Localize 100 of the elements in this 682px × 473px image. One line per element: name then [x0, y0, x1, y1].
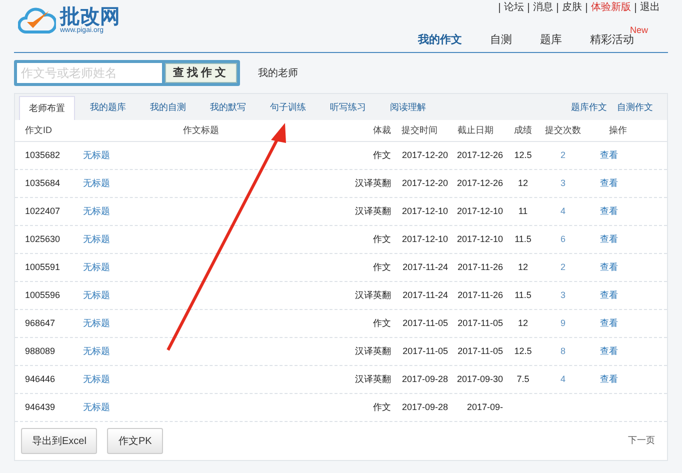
- nav-link[interactable]: 自测: [490, 34, 512, 46]
- table-cell: 946439: [25, 402, 56, 412]
- table-cell: 汉译英翻: [355, 374, 391, 384]
- view-link[interactable]: 查看: [600, 346, 618, 356]
- table-cell: 11: [518, 206, 528, 216]
- table-cell: 作文: [373, 402, 391, 412]
- table-cell: 2017-12-10: [456, 234, 503, 244]
- table-cell: 作文: [373, 234, 391, 244]
- table-cell: 2017-11-24: [402, 290, 448, 300]
- column-header: 成绩: [513, 124, 533, 137]
- view-link[interactable]: 查看: [600, 206, 618, 216]
- table-cell: 汉译英翻: [355, 290, 391, 300]
- table-cell: 4: [560, 206, 566, 216]
- table-cell: 1035682: [25, 150, 60, 160]
- table-cell: 988089: [25, 346, 56, 356]
- table-cell: 2017-12-10: [456, 206, 503, 216]
- table-cell: 汉译英翻: [355, 346, 391, 356]
- table-cell: 946446: [25, 374, 56, 384]
- action-button[interactable]: 作文PK: [107, 428, 163, 454]
- tab[interactable]: 听写练习: [321, 96, 375, 120]
- tab-link[interactable]: 自测作文: [617, 96, 653, 120]
- view-link[interactable]: 查看: [600, 178, 618, 188]
- table-cell: 2017-09-: [466, 402, 503, 412]
- table-cell: 1022407: [25, 206, 60, 216]
- essay-title-link[interactable]: 无标题: [83, 290, 110, 300]
- column-header: 截止日期: [456, 124, 494, 137]
- column-header: 作文标题: [182, 124, 220, 137]
- view-link[interactable]: 查看: [600, 318, 618, 328]
- tab[interactable]: 老师布置: [19, 96, 75, 120]
- table-cell: 1035684: [25, 178, 60, 188]
- table-cell: 2017-11-26: [458, 262, 503, 272]
- column-header: 提交次数: [544, 124, 582, 137]
- table-cell: 2017-09-28: [402, 402, 448, 412]
- view-link[interactable]: 查看: [600, 234, 618, 244]
- essay-title-link[interactable]: 无标题: [83, 346, 110, 356]
- table-cell: 968647: [25, 318, 56, 328]
- tab-link[interactable]: 题库作文: [571, 96, 607, 120]
- view-link[interactable]: 查看: [600, 290, 618, 300]
- essay-title-link[interactable]: 无标题: [83, 402, 110, 412]
- table-cell: 1025630: [25, 234, 60, 244]
- table-cell: 2017-12-20: [402, 150, 448, 160]
- table-cell: 4: [560, 374, 566, 384]
- table-cell: 汉译英翻: [355, 206, 391, 216]
- essay-title-link[interactable]: 无标题: [83, 178, 110, 188]
- table-cell: 9: [560, 318, 566, 328]
- essay-title-link[interactable]: 无标题: [83, 234, 110, 244]
- table-cell: 2017-12-10: [402, 206, 448, 216]
- table-cell: 12: [518, 318, 528, 328]
- table-cell: 2017-12-10: [402, 234, 448, 244]
- table-cell: 11.5: [514, 290, 532, 300]
- column-header: 操作: [608, 124, 628, 137]
- view-link[interactable]: 查看: [600, 374, 618, 384]
- search-button[interactable]: 查找作文: [165, 63, 237, 83]
- table-cell: 2017-11-05: [458, 318, 503, 328]
- top-link[interactable]: 消息: [528, 3, 557, 13]
- essay-title-link[interactable]: 无标题: [83, 374, 110, 384]
- column-header: 提交时间: [400, 124, 438, 137]
- table-cell: 11.5: [514, 234, 532, 244]
- top-link[interactable]: 体验新版: [586, 3, 635, 13]
- next-page-link[interactable]: 下一页: [628, 434, 655, 448]
- table-cell: 2017-11-26: [458, 290, 503, 300]
- table-cell: 12: [518, 178, 528, 188]
- top-link[interactable]: 退出: [635, 3, 664, 13]
- view-link[interactable]: 查看: [600, 150, 618, 160]
- table-cell: 2017-09-28: [402, 374, 448, 384]
- table-cell: 2017-09-30: [456, 374, 503, 384]
- table-cell: 汉译英翻: [355, 178, 391, 188]
- nav-link[interactable]: 精彩活动: [590, 34, 634, 46]
- tab[interactable]: 我的自测: [141, 96, 195, 120]
- logo-text: 批改网: [60, 6, 120, 26]
- nav-link[interactable]: 题库: [540, 34, 562, 46]
- tab[interactable]: 阅读理解: [381, 96, 435, 120]
- tab[interactable]: 我的题库: [81, 96, 135, 120]
- table-cell: 2017-11-05: [402, 346, 448, 356]
- table-cell: 2017-11-05: [402, 318, 448, 328]
- table-cell: 2: [560, 150, 566, 160]
- tab[interactable]: 句子训练: [261, 96, 315, 120]
- table-cell: 作文: [373, 150, 391, 160]
- column-header: 体裁: [372, 124, 391, 137]
- view-link[interactable]: 查看: [600, 262, 618, 272]
- top-link[interactable]: 论坛: [499, 3, 528, 13]
- teacher-label: 我的老师: [258, 66, 298, 80]
- table-cell: 7.5: [516, 374, 530, 384]
- table-cell: 1005591: [25, 262, 60, 272]
- essay-title-link[interactable]: 无标题: [83, 206, 110, 216]
- table-cell: 作文: [373, 318, 391, 328]
- action-button[interactable]: 导出到Excel: [21, 428, 98, 454]
- table-cell: 2: [560, 262, 566, 272]
- column-header: 作文ID: [24, 124, 53, 137]
- table-cell: 12: [518, 262, 528, 272]
- table-cell: 12.5: [514, 346, 532, 356]
- table-cell: 6: [560, 234, 566, 244]
- table-cell: 2017-12-26: [456, 178, 503, 188]
- essay-title-link[interactable]: 无标题: [83, 262, 110, 272]
- table-cell: 12.5: [514, 150, 532, 160]
- essay-title-link[interactable]: 无标题: [83, 150, 110, 160]
- nav-link[interactable]: 我的作文: [418, 34, 462, 46]
- top-link[interactable]: 皮肤: [557, 3, 586, 13]
- essay-title-link[interactable]: 无标题: [83, 318, 110, 328]
- tab[interactable]: 我的默写: [201, 96, 255, 120]
